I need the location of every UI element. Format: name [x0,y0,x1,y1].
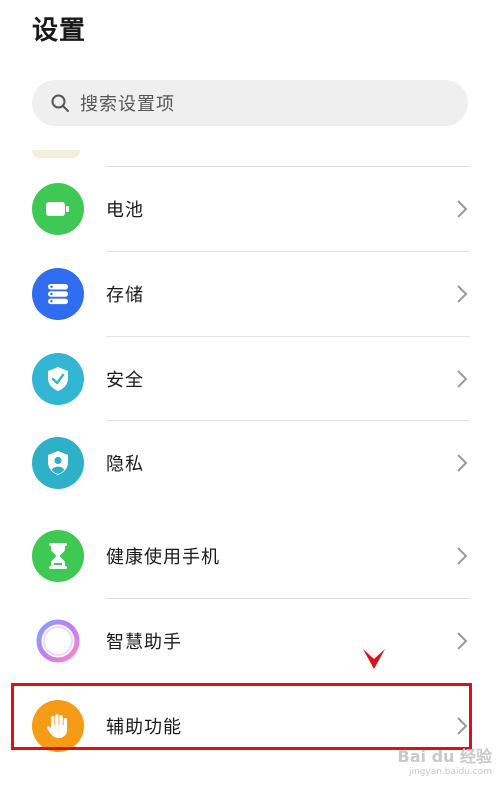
privacy-icon [32,437,84,489]
assistant-ring-icon [32,615,84,667]
chevron-right-icon [457,370,468,388]
watermark-brand: Bai du 经验 [397,747,492,766]
search-placeholder: 搜索设置项 [80,94,175,115]
storage-icon [32,268,84,320]
chevron-right-icon [457,285,468,303]
settings-item-smart-assistant[interactable]: 智慧助手 [0,599,500,683]
page-title: 设置 [32,16,87,46]
shield-icon [32,353,84,405]
partial-item-icon [32,150,80,158]
arrow-down-icon [363,649,385,669]
settings-item-privacy[interactable]: 隐私 [0,421,500,505]
search-icon [51,94,69,112]
chevron-right-icon [457,454,468,472]
hourglass-icon [32,530,84,582]
settings-item-security[interactable]: 安全 [0,337,500,421]
settings-item-label: 安全 [106,370,144,391]
settings-item-label: 电池 [106,200,144,221]
battery-icon [32,183,84,235]
highlight-box [11,683,472,750]
search-bar[interactable]: 搜索设置项 [32,80,468,126]
settings-item-label: 存储 [106,285,144,306]
chevron-right-icon [457,200,468,218]
chevron-right-icon [457,547,468,565]
settings-item-battery[interactable]: 电池 [0,167,500,251]
settings-item-digital-balance[interactable]: 健康使用手机 [0,514,500,598]
watermark: Bai du 经验 jingyan.baidu.com [398,743,492,777]
chevron-right-icon [457,632,468,650]
settings-item-label: 智慧助手 [106,632,182,653]
watermark-url: jingyan.baidu.com [408,767,492,777]
settings-item-label: 健康使用手机 [106,547,220,568]
settings-item-storage[interactable]: 存储 [0,252,500,336]
settings-item-label: 隐私 [106,454,144,475]
